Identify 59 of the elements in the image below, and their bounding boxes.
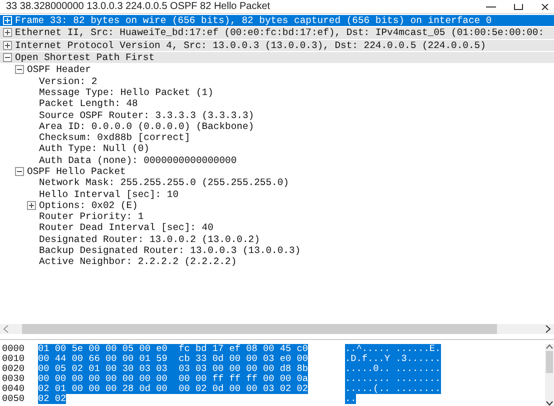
hex-offset: 0030 — [1, 374, 26, 384]
ascii-bytes: ..^..... ......E. — [345, 344, 441, 354]
tree-item-label[interactable]: Ethernet II, Src: HuaweiTe_bd:17:ef (00:e0:fc:bd:17:ef), Dst: IPv4mcast_05 (01:00:5e:00:00: — [15, 27, 544, 38]
collapse-icon[interactable] — [3, 53, 12, 62]
hex-bytes: 02 01 00 00 00 28 0d 00 00 02 0d 00 00 03 02 02 — [38, 384, 308, 394]
hex-offset: 0050 — [1, 394, 26, 404]
tree-item-label[interactable]: Version: 2 — [39, 76, 98, 87]
expand-icon[interactable] — [3, 28, 12, 38]
hex-offset: 0040 — [1, 384, 26, 394]
tree-item-label[interactable]: Designated Router: 13.0.0.2 (13.0.0.2) — [39, 234, 260, 245]
hex-offset: 0000 — [1, 344, 26, 354]
expand-icon[interactable] — [27, 200, 36, 210]
tree-item-label[interactable]: Checksum: 0xd88b [correct] — [39, 132, 190, 144]
ascii-bytes: .....(.. ........ — [345, 384, 441, 394]
ascii-bytes: ........ ........ — [345, 374, 441, 384]
tree-item-label[interactable]: Packet Length: 48 — [39, 98, 138, 110]
hex-bytes: 01 00 5e 00 00 05 00 e0 fc bd 17 ef 08 00 45 c0 — [38, 344, 308, 354]
collapse-icon[interactable] — [15, 167, 24, 176]
horizontal-scrollbar[interactable] — [0, 324, 554, 334]
ascii-bytes: .. — [345, 394, 356, 404]
tree-row[interactable]: Internet Protocol Version 4, Src: 13.0.0.3 (13.0.0.3), Dst: 224.0.0.5 (224.0.0.5) — [0, 40, 554, 52]
hex-bytes: 00 00 00 00 00 00 00 00 00 00 ff ff ff 00 00 0a — [38, 374, 308, 384]
tree-row[interactable]: Ethernet II, Src: HuaweiTe_bd:17:ef (00:e0:fc:bd:17:ef), Dst: IPv4mcast_05 (01:00:5e:00:00: — [0, 27, 554, 40]
tree-row[interactable]: Open Shortest Path First — [0, 52, 554, 64]
maximize-icon[interactable] — [514, 4, 523, 10]
tree-row[interactable]: Frame 33: 82 bytes on wire (656 bits), 82 bytes captured (656 bits) on interface 0 — [0, 15, 554, 28]
tree-item-label[interactable]: Backup Designated Router: 13.0.0.3 (13.0.0.3) — [39, 245, 301, 256]
tree-item-label[interactable]: Message Type: Hello Packet (1) — [39, 86, 214, 98]
tree-item-label[interactable]: OSPF Hello Packet — [27, 166, 126, 177]
tree-item-label[interactable]: Internet Protocol Version 4, Src: 13.0.0.3 (13.0.0.3), Dst: 224.0.0.5 (224.0.0.5) — [15, 40, 486, 51]
tree-item-label[interactable]: Auth Type: Null (0) — [39, 143, 150, 154]
hex-offset: 0010 — [1, 354, 26, 364]
tree-item-label[interactable]: Auth Data (none): 0000000000000000 — [39, 154, 237, 166]
tree-item-label[interactable]: Frame 33: 82 bytes on wire (656 bits), 82 bytes captured (656 bits) on interface 0 — [15, 15, 492, 26]
expand-icon[interactable] — [3, 40, 12, 50]
tree-item-label[interactable]: Hello Interval [sec]: 10 — [39, 188, 179, 200]
ascii-bytes: .....0.. ........ — [345, 364, 441, 374]
tree-item-label[interactable]: Area ID: 0.0.0.0 (0.0.0.0) (Backbone) — [39, 120, 254, 132]
scroll-right-icon[interactable] — [545, 325, 551, 333]
tree-item-label[interactable]: Network Mask: 255.255.255.0 (255.255.255.0) — [39, 177, 289, 188]
tree-item-label[interactable]: Router Priority: 1 — [39, 211, 144, 222]
tree-item-label[interactable]: Open Shortest Path First — [15, 52, 155, 64]
vertical-scrollbar[interactable] — [545, 344, 554, 406]
window-title: 33 38.328000000 13.0.0.3 224.0.0.5 OSPF 82 Hello Packet — [6, 0, 270, 12]
collapse-icon[interactable] — [15, 65, 24, 74]
tree-item-label[interactable]: Router Dead Interval [sec]: 40 — [39, 222, 214, 234]
hex-offset: 0020 — [1, 364, 26, 374]
tree-item-label[interactable]: Source OSPF Router: 3.3.3.3 (3.3.3.3) — [39, 110, 254, 121]
scroll-up-icon[interactable] — [546, 344, 553, 349]
close-icon[interactable] — [541, 4, 550, 10]
hex-bytes: 00 05 02 01 00 30 03 03 03 03 00 00 00 00 d8 8b — [38, 364, 308, 374]
hex-bytes: 00 44 00 66 00 00 01 59 cb 33 0d 00 00 03 e0 00 — [38, 354, 308, 364]
hex-bytes: 02 02 — [38, 394, 66, 404]
minimize-icon[interactable] — [486, 4, 496, 10]
tree-item-label[interactable]: OSPF Header — [27, 64, 91, 76]
scroll-down-icon[interactable] — [546, 401, 553, 406]
tree-item-label[interactable]: Active Neighbor: 2.2.2.2 (2.2.2.2) — [39, 256, 237, 268]
tree-item-label[interactable]: Options: 0x02 (E) — [39, 200, 138, 211]
ascii-bytes: .D.f...Y .3...... — [345, 354, 441, 364]
